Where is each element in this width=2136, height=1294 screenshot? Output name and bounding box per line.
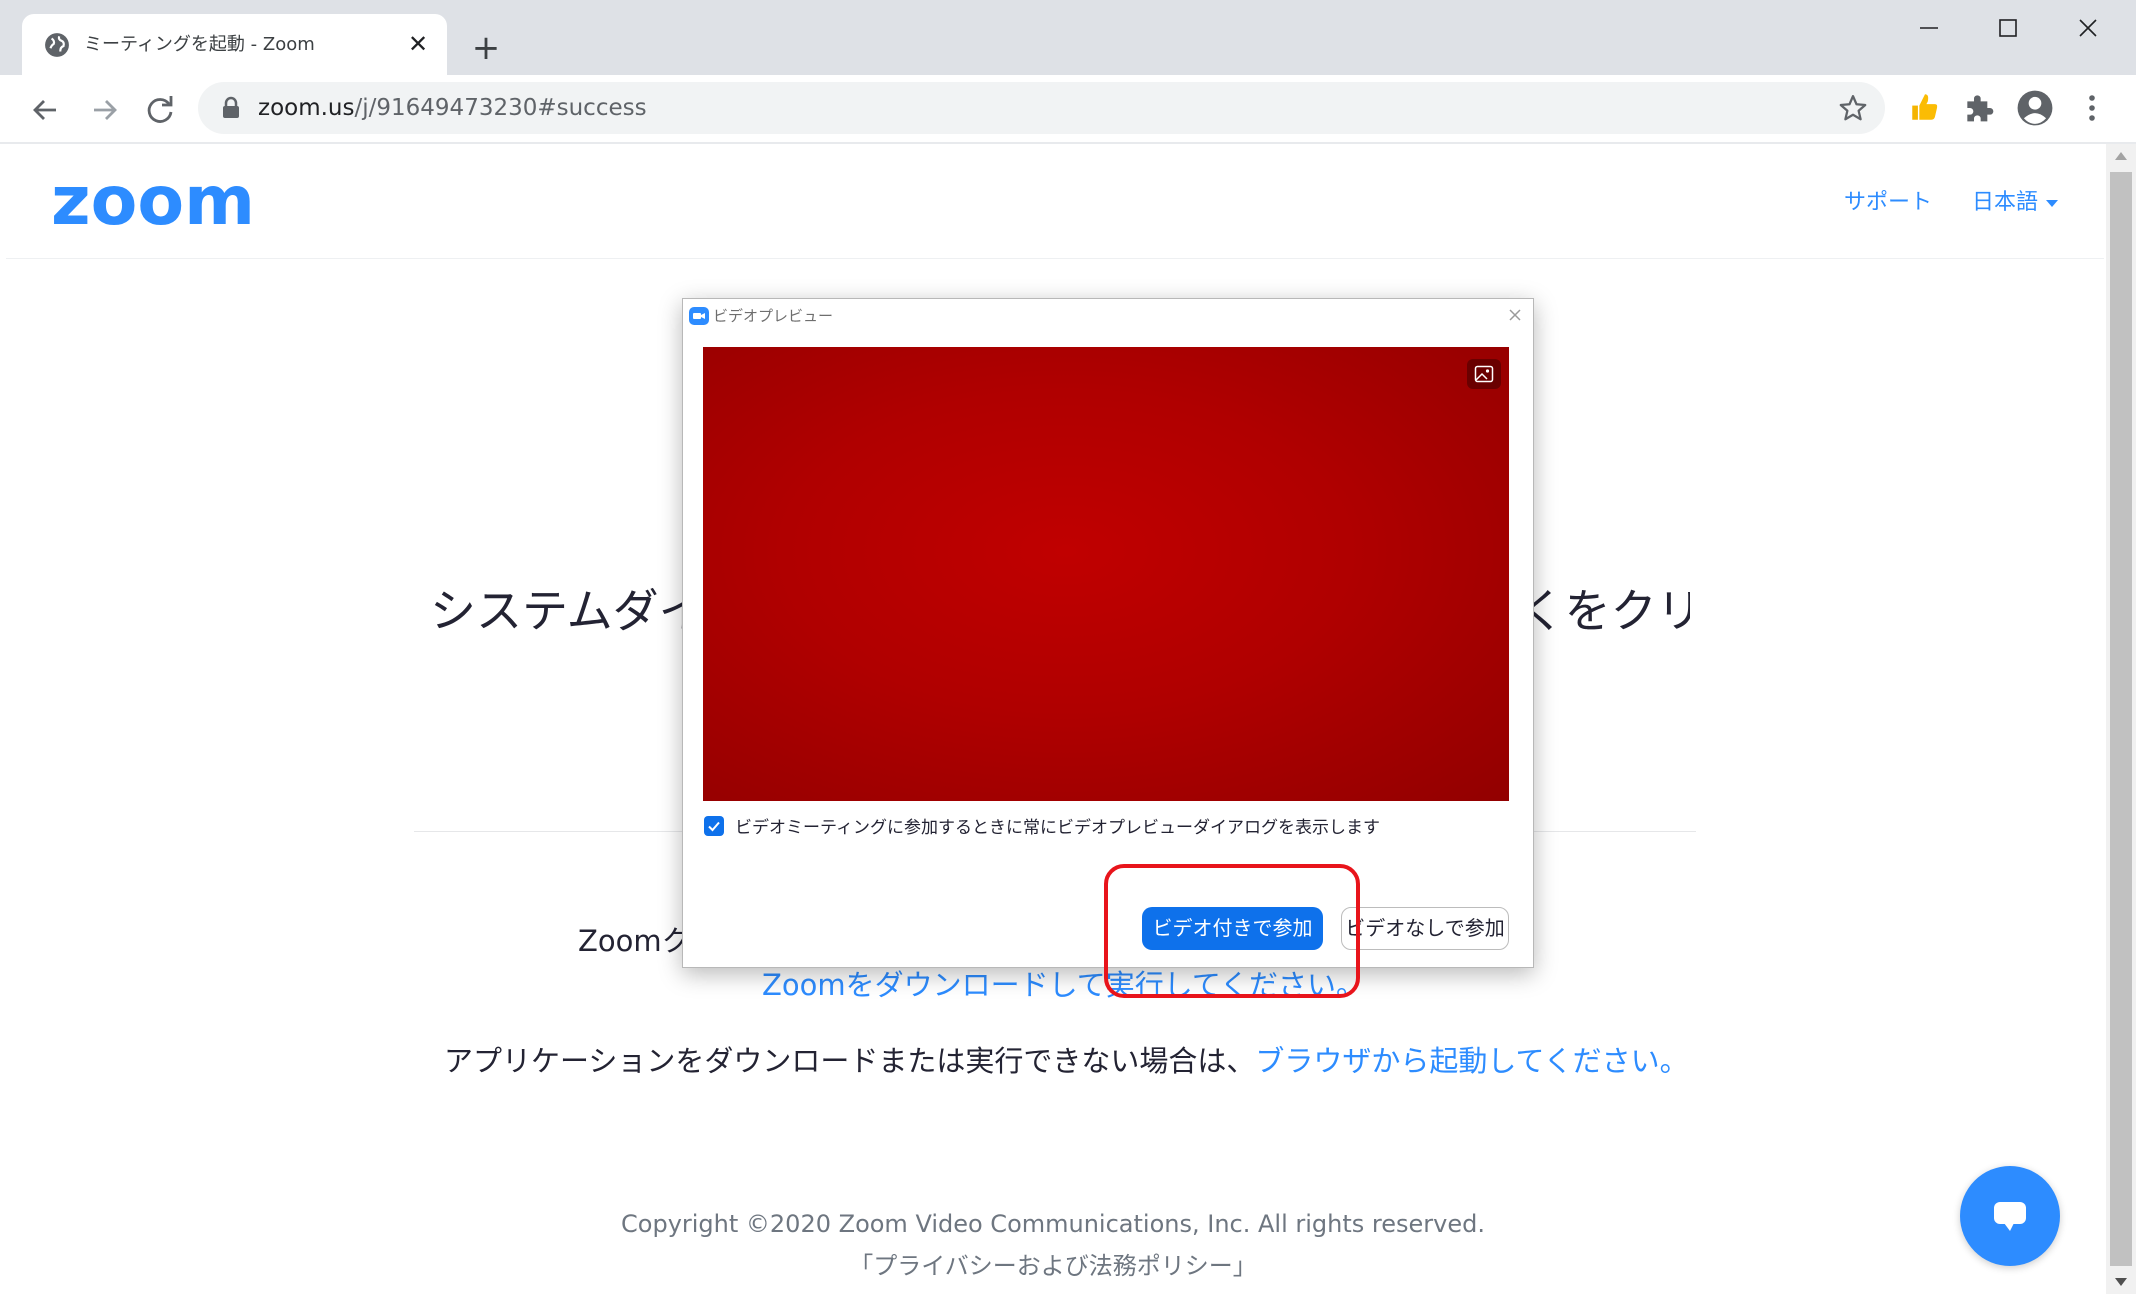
copyright-text: Copyright ©2020 Zoom Video Communication… bbox=[621, 1210, 1485, 1238]
nav-support-link[interactable]: サポート bbox=[1844, 184, 1932, 216]
caret-down-icon bbox=[2046, 199, 2059, 207]
always-show-preview-label[interactable]: ビデオミーティングに参加するときに常にビデオプレビューダイアログを表示します bbox=[735, 813, 1380, 838]
browser-tab[interactable]: ミーティングを起動 - Zoom ✕ bbox=[22, 14, 447, 75]
client-launch-text: Zoomク bbox=[578, 924, 691, 958]
address-bar[interactable]: zoom.us/j/91649473230#success bbox=[198, 82, 1885, 134]
star-icon[interactable] bbox=[1838, 93, 1868, 123]
video-preview-dialog: ビデオプレビュー ビデオミーティングに参加するときに常にビデオプレビューダイアロ… bbox=[682, 298, 1534, 968]
lock-icon[interactable] bbox=[220, 96, 242, 120]
back-icon[interactable] bbox=[24, 88, 68, 132]
forward-icon[interactable] bbox=[82, 88, 126, 132]
tab-strip: ミーティングを起動 - Zoom ✕ + bbox=[0, 0, 2136, 75]
minimize-icon[interactable] bbox=[1898, 8, 1958, 48]
url-host: zoom.us bbox=[258, 95, 355, 121]
globe-icon bbox=[45, 33, 69, 57]
checkmark-icon bbox=[708, 821, 720, 832]
always-show-preview-checkbox[interactable] bbox=[704, 816, 724, 836]
dialog-close-icon[interactable] bbox=[1503, 303, 1527, 327]
language-selector[interactable]: 日本語 bbox=[1972, 184, 2059, 216]
zoom-camera-icon bbox=[689, 307, 709, 325]
window-close-icon[interactable] bbox=[2058, 8, 2118, 48]
tab-title: ミーティングを起動 - Zoom bbox=[84, 34, 315, 55]
headline-left: システムダイ bbox=[430, 584, 705, 638]
plus-icon[interactable]: + bbox=[466, 28, 506, 68]
dialog-title: ビデオプレビュー bbox=[713, 307, 834, 325]
url-path: /j/91649473230#success bbox=[354, 95, 647, 121]
headline-right: くをクリ bbox=[1518, 584, 1690, 638]
scroll-thumb[interactable] bbox=[2110, 172, 2132, 1266]
scroll-down-icon[interactable] bbox=[2113, 1276, 2129, 1288]
close-icon[interactable]: ✕ bbox=[402, 28, 434, 60]
launch-in-browser-link[interactable]: ブラウザから起動してください。 bbox=[1255, 1044, 1688, 1078]
page-scrollbar[interactable] bbox=[2106, 144, 2136, 1294]
url-text[interactable]: zoom.us/j/91649473230#success bbox=[258, 82, 647, 134]
background-image-icon bbox=[1474, 365, 1494, 383]
browser-launch-line: アプリケーションをダウンロードまたは実行できない場合は、ブラウザから起動してくだ… bbox=[444, 1038, 1689, 1080]
profile-icon[interactable] bbox=[2016, 89, 2054, 127]
privacy-link[interactable]: 「プライバシーおよび法務ポリシー」 bbox=[0, 1246, 2106, 1281]
svg-text:zoom: zoom bbox=[51, 174, 255, 232]
chat-button[interactable] bbox=[1960, 1166, 2060, 1266]
language-label: 日本語 bbox=[1972, 190, 2039, 215]
video-preview bbox=[703, 347, 1509, 801]
puzzle-icon[interactable] bbox=[1962, 92, 1994, 124]
maximize-icon[interactable] bbox=[1978, 8, 2038, 48]
virtual-background-button[interactable] bbox=[1467, 359, 1501, 389]
chat-icon bbox=[1994, 1202, 2026, 1231]
reload-icon[interactable] bbox=[138, 88, 182, 132]
zoom-logo[interactable]: zoom bbox=[51, 174, 257, 232]
thumbs-up-icon[interactable] bbox=[1908, 90, 1942, 124]
site-header: zoom サポート 日本語 bbox=[6, 144, 2104, 259]
join-without-video-button[interactable]: ビデオなしで参加 bbox=[1341, 907, 1509, 950]
scroll-up-icon[interactable] bbox=[2113, 150, 2129, 162]
browser-launch-text: アプリケーションをダウンロードまたは実行できない場合は、 bbox=[444, 1044, 1256, 1078]
highlight-annotation bbox=[1104, 864, 1360, 998]
kebab-icon[interactable] bbox=[2080, 90, 2104, 126]
